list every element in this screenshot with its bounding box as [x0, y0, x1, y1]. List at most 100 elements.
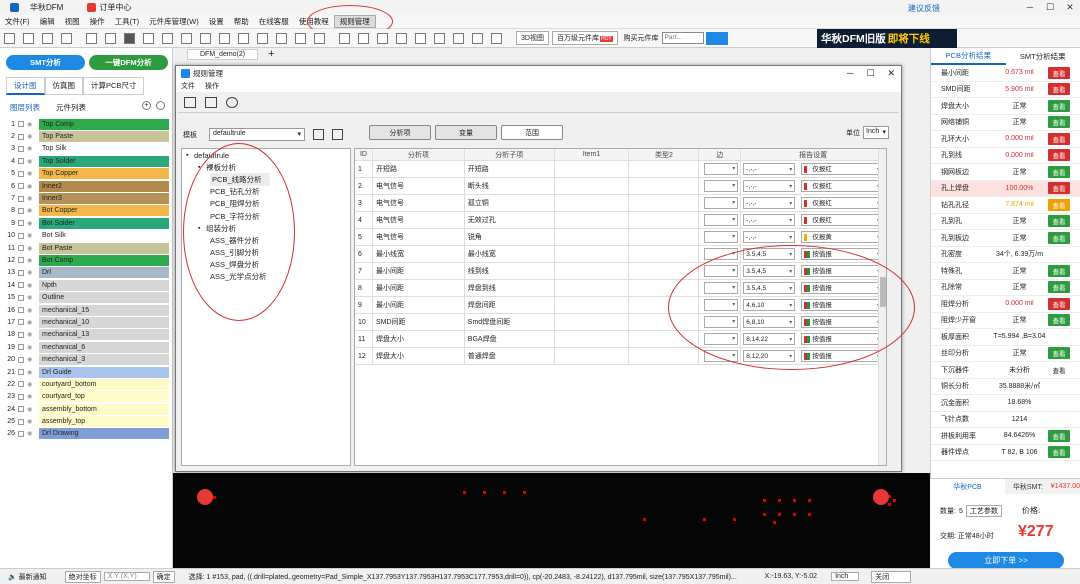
layer-row[interactable]: 18 ◉ mechanical_13 [4, 329, 169, 341]
view-button[interactable]: 查看 [1048, 66, 1070, 79]
eye-icon[interactable]: ◉ [27, 406, 35, 413]
target-icon[interactable] [295, 32, 306, 44]
eye-icon[interactable]: ◉ [27, 369, 35, 376]
layer-row[interactable]: 9 ◉ Bot Solder [4, 217, 169, 229]
grid-row[interactable]: 5 电气信号 锐角 -,-,- 仅报黄 [355, 229, 886, 246]
layer-row[interactable]: 8 ◉ Bot Copper [4, 205, 169, 217]
menu-operate[interactable]: 操作 [85, 16, 110, 27]
layer-row[interactable]: 25 ◉ assembly_top [4, 415, 169, 428]
delete-icon[interactable] [314, 32, 325, 44]
open-folder-icon[interactable] [184, 96, 196, 108]
value-dropdown[interactable]: -,-,- [743, 231, 796, 244]
view-button[interactable]: 查看 [1048, 165, 1070, 178]
align-icon[interactable] [219, 32, 230, 44]
eye-icon[interactable]: ◉ [27, 307, 35, 314]
menu-help[interactable]: 帮助 [229, 16, 254, 27]
zoom-out-icon[interactable] [434, 32, 445, 44]
eye-icon[interactable]: ◉ [27, 245, 35, 252]
layer-checkbox[interactable] [18, 145, 24, 152]
layer-row[interactable]: 20 ◉ mechanical_3 [4, 353, 169, 366]
layer-row[interactable]: 16 ◉ mechanical_15 [4, 304, 169, 316]
eye-icon[interactable]: ◉ [27, 195, 35, 202]
view-button[interactable]: 查看 [1048, 314, 1070, 327]
report-dropdown[interactable]: 仅报红 [801, 180, 883, 193]
move-up-icon[interactable] [339, 32, 350, 44]
view-button[interactable]: 查看 [1048, 182, 1070, 195]
eye-icon[interactable]: ◉ [27, 269, 35, 276]
quantity-value[interactable]: 5 [959, 508, 963, 515]
latest-notice[interactable]: 🔈 最新通知 [8, 572, 47, 582]
eye-icon[interactable]: ◉ [27, 220, 35, 227]
layer-row[interactable]: 15 ◉ Outline [4, 291, 169, 304]
save-icon[interactable] [4, 32, 15, 44]
eye-icon[interactable]: ◉ [27, 207, 35, 214]
layer-row[interactable]: 13 ◉ Drl [4, 267, 169, 279]
process-params-button[interactable]: 工艺参数 [965, 505, 1002, 517]
grid-icon[interactable] [200, 32, 211, 44]
edge-dropdown[interactable] [704, 214, 739, 226]
layer-checkbox[interactable] [18, 406, 24, 413]
order-now-button[interactable]: 立即下单 >> [948, 552, 1064, 569]
zoom-in-icon[interactable] [415, 32, 426, 44]
layer-checkbox[interactable] [18, 158, 24, 165]
dialog-close-icon[interactable]: ✕ [887, 68, 895, 79]
eye-icon[interactable]: ◉ [27, 319, 35, 326]
ruler-icon[interactable] [257, 32, 268, 44]
tab-component-list[interactable]: 元件列表 [56, 102, 86, 113]
print-icon[interactable] [61, 32, 72, 44]
layer-settings-icon[interactable] [156, 101, 165, 110]
view-button[interactable]: 查看 [1048, 83, 1070, 96]
absolute-coord-button[interactable]: 绝对坐标 [64, 570, 101, 583]
view-button[interactable]: 查看 [1048, 281, 1070, 294]
status-close-select[interactable]: 关闭 [871, 570, 912, 583]
tab-huaqiu-pcb[interactable]: 华秋PCB [930, 479, 1005, 494]
layer-row[interactable]: 5 ◉ Top Copper [4, 168, 169, 180]
part-search-input[interactable]: Part... [661, 32, 704, 44]
view-button[interactable]: 查看 [1048, 99, 1070, 112]
menu-edit[interactable]: 编辑 [35, 16, 60, 27]
view-button[interactable]: 查看 [1048, 347, 1070, 360]
grid-row[interactable]: 4 电气信号 无效过孔 -,-,- 仅报红 [355, 212, 886, 229]
eye-icon[interactable]: ◉ [27, 257, 35, 264]
layer-row[interactable]: 14 ◉ Npth [4, 279, 169, 291]
tab-huaqiu-smt[interactable]: 华秋SMT: ¥1437.00 [1005, 479, 1080, 494]
layer-checkbox[interactable] [18, 369, 24, 375]
layer-checkbox[interactable] [18, 170, 24, 177]
layer-row[interactable]: 21 ◉ Drl Guide [4, 366, 169, 378]
tab-layer-list[interactable]: 图层列表 [10, 102, 40, 113]
fit-icon[interactable] [377, 32, 388, 44]
layer-row[interactable]: 6 ◉ Inner2 [4, 180, 169, 192]
report-dropdown[interactable]: 仅报红 [801, 197, 883, 210]
view-button[interactable]: 查看 [1048, 231, 1070, 244]
maximize-icon[interactable]: ☐ [1040, 0, 1060, 15]
edge-dropdown[interactable] [704, 180, 739, 192]
layer-row[interactable]: 22 ◉ courtyard_bottom [4, 378, 169, 390]
eye-icon[interactable]: ◉ [27, 170, 35, 177]
measure-icon[interactable] [181, 32, 192, 44]
report-dropdown[interactable]: 仅报红 [801, 163, 883, 176]
layer-checkbox[interactable] [18, 319, 24, 326]
new-tab-icon[interactable]: + [268, 48, 274, 60]
edge-dropdown[interactable] [704, 197, 739, 209]
status-unit-select[interactable]: Inch [831, 572, 860, 581]
promo-banner[interactable]: 华秋DFM旧版 即将下线 [817, 29, 957, 48]
copy-icon[interactable] [313, 129, 324, 140]
view-button[interactable]: 查看 [1048, 297, 1070, 310]
grid-row[interactable]: 2 电气信号 断头线 -,-,- 仅报红 [355, 178, 886, 195]
view-button[interactable]: 查看 [1048, 264, 1070, 277]
layer-row[interactable]: 23 ◉ courtyard_top [4, 391, 169, 403]
tab-range[interactable]: 范围 [501, 125, 563, 140]
layer-checkbox[interactable] [18, 393, 24, 400]
eye-icon[interactable]: ◉ [27, 418, 35, 425]
grid-row[interactable]: 1 开短路 开短路 -,-,- 仅报红 [355, 161, 886, 178]
dialog-minimize-icon[interactable]: ─ [847, 68, 853, 79]
layer-row[interactable]: 11 ◉ Bot Paste [4, 242, 169, 254]
edge-dropdown[interactable] [704, 163, 739, 175]
feedback-link[interactable]: 建议反馈 [908, 3, 940, 14]
select-icon[interactable] [124, 32, 135, 44]
eye-icon[interactable]: ◉ [27, 121, 35, 128]
layer-checkbox[interactable] [18, 183, 24, 190]
confirm-button[interactable]: 确定 [152, 570, 175, 583]
save-icon[interactable] [205, 96, 217, 108]
layer-row[interactable]: 10 ◉ Bot Silk [4, 230, 169, 242]
